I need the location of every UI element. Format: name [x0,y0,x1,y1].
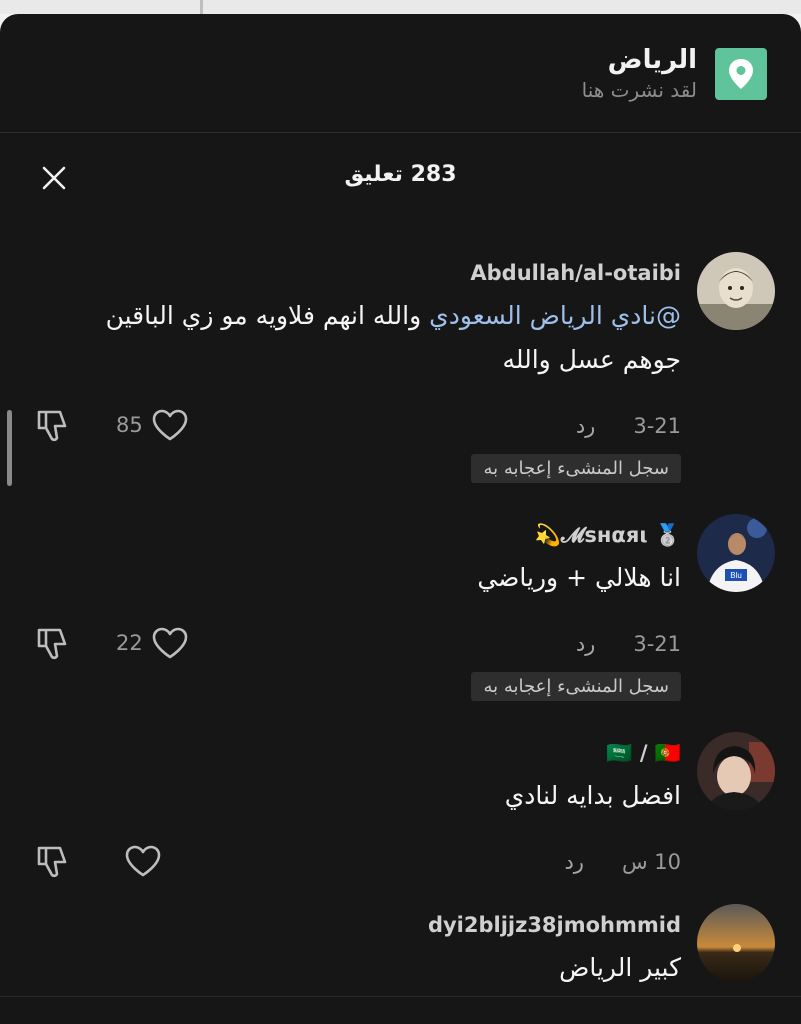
comment-meta: 3-21 رد [576,414,681,438]
dislike-button[interactable] [34,408,70,448]
heart-icon [152,409,188,441]
comment-text: كبير الرياض [559,953,681,982]
dislike-button[interactable] [34,844,70,884]
comment-date: 3-21 [633,414,681,438]
comment-body: 🥈 𝓜ѕнαяι💫 انا هلالي + ورياضي [61,520,681,600]
rank-medal-icon: 🥈 [654,523,681,547]
comment-text: افضل بدايه لنادي [504,781,681,810]
comment-body: 🇸🇦 / 🇵🇹 افضل بدايه لنادي [61,738,681,818]
thumbs-down-icon [37,410,67,442]
comment-date: 3-21 [633,632,681,656]
comment-text: @نادي الرياض السعودي والله انهم فلاويه م… [61,294,681,382]
like-count: 22 [116,631,143,655]
location-header[interactable]: الرياض لقد نشرت هنا [582,44,767,104]
comment-username[interactable]: dyi2bljjz38jmohmmid [61,910,681,940]
creator-liked-badge: سجل المنشىء إعجابه به [471,672,681,701]
like-button[interactable] [116,844,162,878]
reply-button[interactable]: رد [564,850,584,874]
comment-mention[interactable]: @نادي الرياض السعودي [429,301,681,330]
location-text: الرياض لقد نشرت هنا [582,44,697,104]
heart-icon [125,845,161,877]
comment-username[interactable]: 🇸🇦 / 🇵🇹 [61,738,681,768]
reply-button[interactable]: رد [576,632,596,656]
comment-body: Abdullah/al-otaibi @نادي الرياض السعودي … [61,258,681,382]
background-app-strip [0,0,801,14]
avatar[interactable] [697,732,775,810]
reply-button[interactable]: رد [576,414,596,438]
header-divider [0,132,801,133]
comment-username[interactable]: Abdullah/al-otaibi [61,258,681,288]
like-count: 85 [116,413,143,437]
location-title: الرياض [607,45,697,75]
svg-text:Blu: Blu [730,571,742,580]
heart-icon [152,627,188,659]
location-subtitle: لقد نشرت هنا [581,78,697,102]
creator-liked-badge: سجل المنشىء إعجابه به [471,454,681,483]
like-button[interactable]: 85 [116,408,189,442]
avatar[interactable] [697,904,775,982]
thumbs-down-icon [37,846,67,878]
comment-username-text: 𝓜ѕнαяι💫 [534,523,648,547]
location-pin-icon [715,48,767,100]
like-button[interactable]: 22 [116,626,189,660]
thumbs-down-icon [37,628,67,660]
comment-body: dyi2bljjz38jmohmmid كبير الرياض [61,910,681,990]
comments-header: 283 تعليق [0,152,801,202]
comment-count: 283 تعليق [344,162,457,187]
comments-sheet: الرياض لقد نشرت هنا 283 تعليق Abdullah/a… [0,14,801,1024]
avatar[interactable] [697,252,775,330]
dislike-button[interactable] [34,626,70,666]
comment-text: انا هلالي + ورياضي [477,563,681,592]
comment-meta: 3-21 رد [576,632,681,656]
comment-meta: 10 س رد [564,850,681,874]
background-divider [200,0,203,14]
avatar[interactable]: Blu [697,514,775,592]
comment-date: 10 س [621,850,681,874]
input-divider [0,996,801,997]
comment-username[interactable]: 🥈 𝓜ѕнαяι💫 [61,520,681,550]
scrollbar[interactable] [7,410,12,486]
